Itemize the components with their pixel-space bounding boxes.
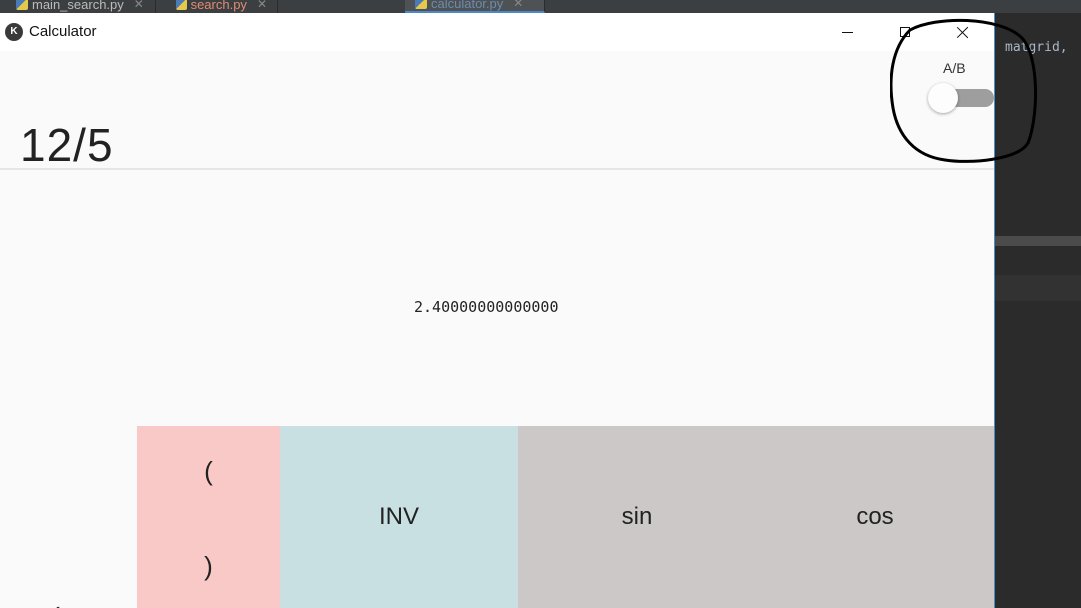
python-file-icon <box>415 0 427 9</box>
close-icon[interactable]: ✕ <box>257 0 267 11</box>
ide-highlight-row <box>995 275 1081 301</box>
parentheses-key[interactable]: ( ) <box>137 426 280 608</box>
close-icon[interactable]: ✕ <box>134 0 144 11</box>
python-file-icon <box>16 0 28 10</box>
minimize-button[interactable] <box>818 13 876 51</box>
cos-button[interactable]: cos <box>756 426 994 608</box>
toggle-thumb[interactable] <box>928 83 958 113</box>
maximize-button[interactable] <box>876 13 934 51</box>
sin-button[interactable]: sin <box>518 426 756 608</box>
ide-tab-main-search[interactable]: main_search.py ✕ <box>6 0 156 13</box>
display-divider <box>0 168 994 170</box>
maximize-icon <box>900 27 910 37</box>
open-paren-label: ( <box>204 456 213 486</box>
calculator-window: K Calculator 12/5 2.40000000000000 A/B (… <box>0 13 995 608</box>
close-icon[interactable]: ✕ <box>513 0 523 10</box>
ab-toggle-switch[interactable] <box>928 83 994 113</box>
inv-button[interactable]: INV <box>280 426 518 608</box>
ide-tab-bar: main_search.py ✕ search.py ✕ calculator.… <box>0 0 1081 13</box>
ide-tab-label: calculator.py <box>431 0 504 11</box>
ide-tab-label: search.py <box>190 0 247 12</box>
expression-display: 12/5 <box>20 119 114 171</box>
close-icon <box>957 26 969 38</box>
ide-divider <box>995 236 1081 246</box>
close-paren-label: ) <box>204 551 213 581</box>
minimize-icon <box>841 31 853 33</box>
window-title: Calculator <box>29 23 97 40</box>
ide-tab-calculator[interactable]: calculator.py ✕ <box>405 0 545 13</box>
python-file-icon <box>176 0 187 10</box>
toggle-label: A/B <box>943 60 966 76</box>
ide-editor-panel: matgrid, <box>995 13 1081 608</box>
close-button[interactable] <box>934 13 992 51</box>
kivy-app-icon: K <box>5 23 23 41</box>
result-display: 2.40000000000000 <box>414 298 559 316</box>
ide-tab-search[interactable]: search.py ✕ <box>166 0 278 13</box>
ide-tab-label: main_search.py <box>32 0 124 12</box>
code-snippet: matgrid, <box>1005 40 1068 55</box>
back-arrow-icon[interactable]: ‹ <box>52 595 61 608</box>
title-bar[interactable]: K Calculator <box>0 13 994 51</box>
